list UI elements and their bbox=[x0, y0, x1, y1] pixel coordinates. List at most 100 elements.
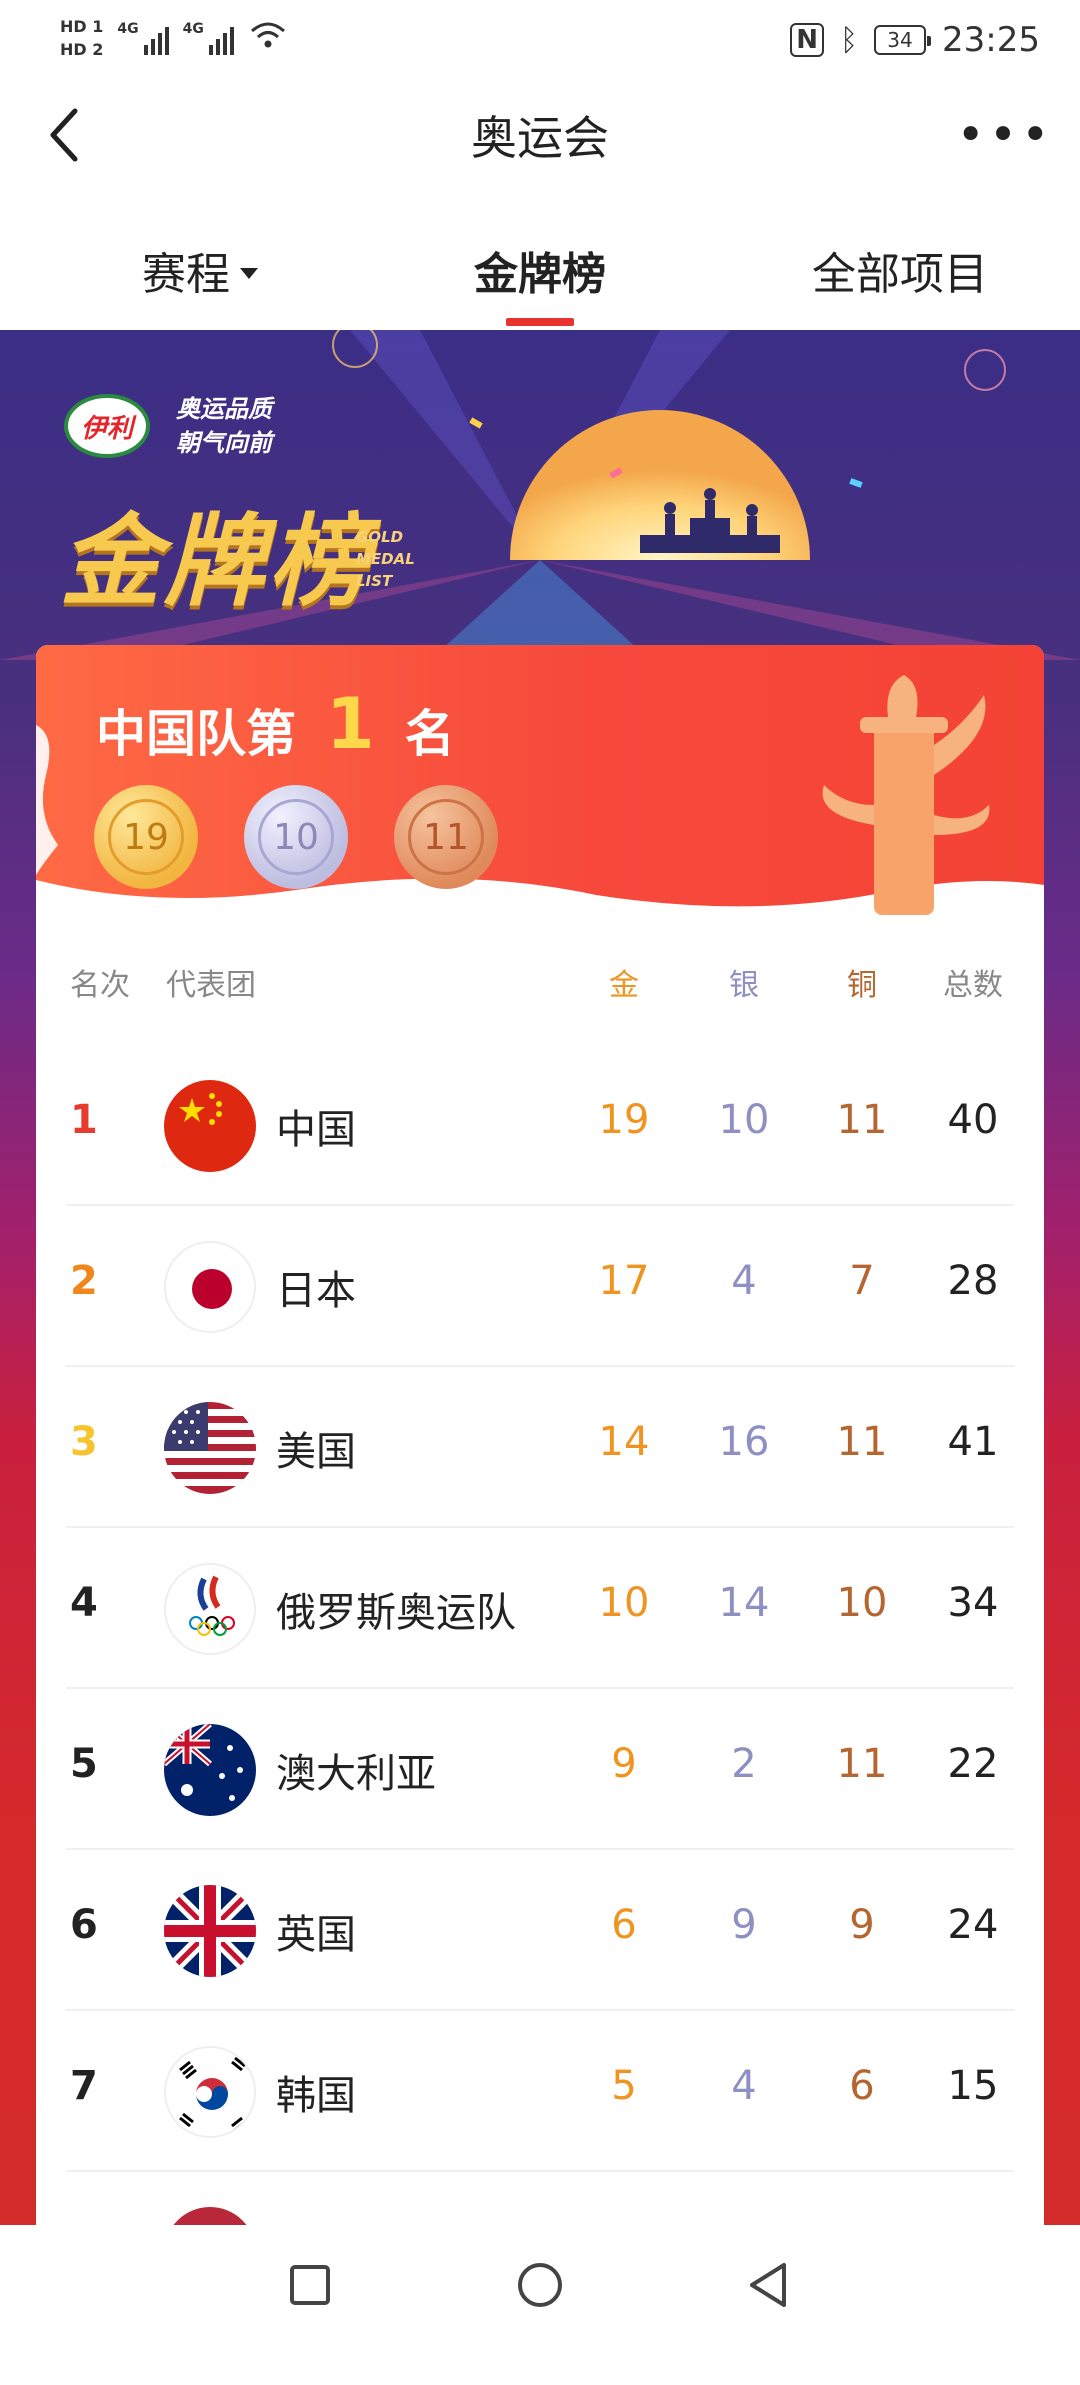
back-system-button[interactable] bbox=[740, 2255, 800, 2315]
gold-medal-icon: 19 bbox=[94, 785, 198, 889]
wifi-icon bbox=[248, 17, 288, 59]
row-silver: 4 bbox=[731, 1258, 757, 1304]
row-gold: 17 bbox=[598, 1258, 650, 1304]
gold-count: 19 bbox=[108, 799, 184, 875]
row-bronze: 7 bbox=[849, 1258, 875, 1304]
row-silver: 16 bbox=[718, 1419, 770, 1465]
row-team: 韩国 bbox=[276, 2073, 356, 2119]
table-row[interactable]: 4 俄罗斯奥运队 10 14 10 34 bbox=[36, 1528, 1044, 1689]
row-total: 24 bbox=[947, 1902, 999, 1948]
bronze-count: 11 bbox=[408, 799, 484, 875]
hd-indicator: HD 1 HD 2 bbox=[60, 17, 103, 59]
row-team: 中国 bbox=[276, 1107, 356, 1153]
row-gold: 14 bbox=[598, 1419, 650, 1465]
header-total: 总数 bbox=[943, 968, 1003, 1003]
team-rank-line: 中国队第 1 名 bbox=[96, 683, 455, 771]
network-type-1: 4G bbox=[117, 21, 139, 37]
tab-all-label: 全部项目 bbox=[812, 249, 988, 300]
clock: 23:25 bbox=[942, 20, 1040, 60]
recent-apps-button[interactable] bbox=[280, 2255, 340, 2315]
hd1-label: HD 1 bbox=[60, 17, 104, 36]
home-button[interactable] bbox=[510, 2255, 570, 2315]
row-gold: 5 bbox=[611, 2063, 637, 2109]
row-gold: 10 bbox=[598, 1580, 650, 1626]
silver-medal-icon: 10 bbox=[244, 785, 348, 889]
banner-sub-2: MEDAL bbox=[356, 550, 415, 568]
header-rank: 名次 bbox=[70, 968, 130, 1003]
table-row[interactable]: 6 英国 6 9 9 24 bbox=[36, 1850, 1044, 2011]
active-tab-indicator bbox=[506, 318, 574, 326]
tab-medal-table[interactable]: 金牌榜 bbox=[450, 230, 630, 310]
header-silver: 银 bbox=[729, 968, 759, 1003]
battery-level: 34 bbox=[887, 28, 913, 52]
medal-table-rows: 1 中国 19 10 11 40 2 日本 17 4 7 28 3 美国 14 … bbox=[36, 1045, 1044, 2333]
row-rank: 5 bbox=[70, 1741, 98, 1787]
bluetooth-icon: ᛒ bbox=[840, 22, 859, 58]
team-medal-counts: 19 10 11 bbox=[94, 785, 498, 889]
banner-sub-3: LIST bbox=[356, 572, 393, 590]
row-team: 日本 bbox=[276, 1268, 356, 1314]
tab-medals-label: 金牌榜 bbox=[474, 249, 606, 300]
header-team: 代表团 bbox=[166, 968, 256, 1003]
square-icon bbox=[290, 2265, 330, 2305]
table-row[interactable]: 3 美国 14 16 11 41 bbox=[36, 1367, 1044, 1528]
row-team: 英国 bbox=[276, 1912, 356, 1958]
australia-flag-icon bbox=[164, 1724, 256, 1816]
status-bar: HD 1 HD 2 4G 4G N ᛒ 34 23:25 bbox=[0, 0, 1080, 80]
page-title: 奥运会 bbox=[471, 111, 609, 165]
row-rank: 1 bbox=[70, 1097, 98, 1143]
signal-icon-2: 4G bbox=[183, 21, 234, 55]
uk-flag-icon bbox=[164, 1885, 256, 1977]
dropdown-caret-icon bbox=[240, 267, 258, 279]
signal-icon: 4G bbox=[117, 21, 169, 55]
tab-schedule-label: 赛程 bbox=[142, 249, 230, 300]
row-silver: 2 bbox=[731, 1741, 757, 1787]
sponsor-slogan: 奥运品质 朝气向前 bbox=[176, 392, 272, 460]
row-gold: 9 bbox=[611, 1741, 637, 1787]
team-rank-suffix: 名 bbox=[404, 705, 455, 763]
team-rank-prefix: 中国队第 bbox=[96, 705, 296, 763]
row-gold: 6 bbox=[611, 1902, 637, 1948]
yili-logo: 伊利 bbox=[64, 394, 150, 458]
row-bronze: 6 bbox=[849, 2063, 875, 2109]
row-rank: 6 bbox=[70, 1902, 98, 1948]
table-row[interactable]: 2 日本 17 4 7 28 bbox=[36, 1206, 1044, 1367]
bronze-medal-icon: 11 bbox=[394, 785, 498, 889]
row-rank: 2 bbox=[70, 1258, 98, 1304]
system-navigation-bar bbox=[0, 2225, 1080, 2340]
row-bronze: 11 bbox=[836, 1741, 888, 1787]
japan-flag-icon bbox=[164, 1241, 256, 1333]
row-silver: 9 bbox=[731, 1902, 757, 1948]
table-row[interactable]: 1 中国 19 10 11 40 bbox=[36, 1045, 1044, 1206]
row-bronze: 11 bbox=[836, 1419, 888, 1465]
nfc-icon: N bbox=[790, 23, 825, 57]
tab-all-events[interactable]: 全部项目 bbox=[780, 230, 1020, 310]
slogan-line-2: 朝气向前 bbox=[176, 429, 272, 457]
more-options-button[interactable]: ••• bbox=[957, 102, 1050, 168]
usa-flag-icon bbox=[164, 1402, 256, 1494]
table-row[interactable]: 5 澳大利亚 9 2 11 22 bbox=[36, 1689, 1044, 1850]
hd2-label: HD 2 bbox=[60, 40, 104, 59]
row-rank: 3 bbox=[70, 1419, 98, 1465]
row-bronze: 9 bbox=[849, 1902, 875, 1948]
row-gold: 19 bbox=[598, 1097, 650, 1143]
row-silver: 14 bbox=[718, 1580, 770, 1626]
roc-flag-icon bbox=[164, 1563, 256, 1655]
more-icon: ••• bbox=[956, 107, 1054, 163]
medal-table-card: 中国队第 1 名 19 10 11 名次 代表团 金 银 铜 总数 1 中国 1… bbox=[36, 645, 1044, 2385]
row-team: 美国 bbox=[276, 1429, 356, 1475]
row-total: 15 bbox=[947, 2063, 999, 2109]
table-row[interactable]: 7 韩国 5 4 6 15 bbox=[36, 2011, 1044, 2172]
row-team: 俄罗斯奥运队 bbox=[276, 1590, 516, 1636]
silver-count: 10 bbox=[258, 799, 334, 875]
team-summary: 中国队第 1 名 19 10 11 bbox=[36, 645, 1044, 915]
row-silver: 4 bbox=[731, 2063, 757, 2109]
row-team: 澳大利亚 bbox=[276, 1751, 436, 1797]
slogan-line-1: 奥运品质 bbox=[176, 395, 272, 423]
sponsor-brand: 伊利 奥运品质 朝气向前 bbox=[64, 392, 272, 460]
tab-schedule[interactable]: 赛程 bbox=[120, 230, 280, 310]
triangle-back-icon bbox=[750, 2263, 786, 2307]
row-silver: 10 bbox=[718, 1097, 770, 1143]
banner-sub-1: GOLD bbox=[356, 528, 404, 546]
row-rank: 7 bbox=[70, 2063, 98, 2109]
